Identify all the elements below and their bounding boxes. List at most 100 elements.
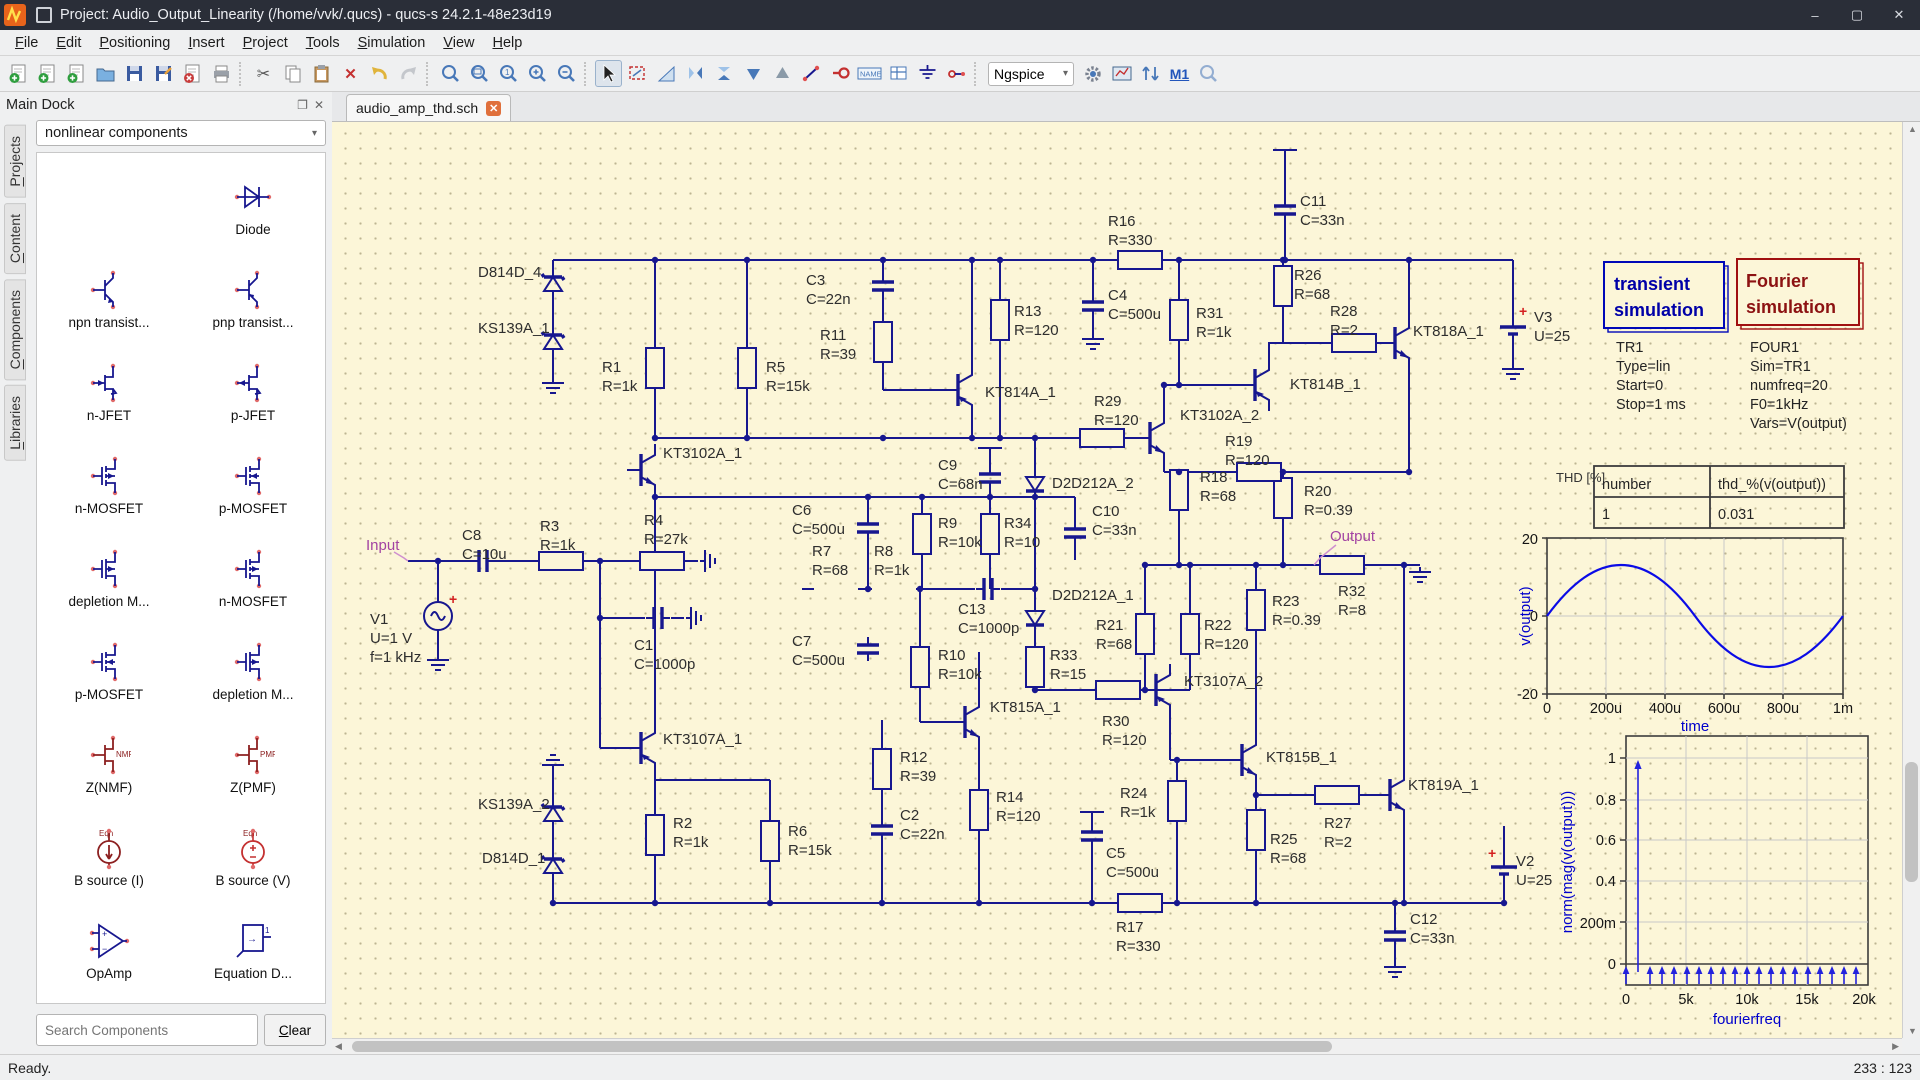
new-schematic-button[interactable] [5, 60, 32, 87]
zoom-selection-button[interactable] [1195, 60, 1222, 87]
vertical-scrollbar[interactable]: ▲▼ [1902, 122, 1920, 1038]
simulator-select[interactable]: Ngspice▾ [988, 62, 1074, 86]
tab-components[interactable]: Components [4, 279, 26, 380]
time-plot[interactable]: 20 0 -20 0 200u 400u 600u 800u 1m time v… [1517, 532, 1853, 735]
component-item-equation[interactable]: Equation D... [181, 903, 325, 996]
component-item-zpmf[interactable]: Z(PMF) [181, 717, 325, 810]
cut-button[interactable]: ✂ [250, 60, 277, 87]
menu-project[interactable]: Project [234, 32, 297, 54]
close-button[interactable]: ✕ [1878, 0, 1920, 30]
mirror-y-button[interactable] [711, 60, 738, 87]
vertical-scrollbar-thumb[interactable] [1905, 762, 1918, 882]
tab-schematic[interactable]: audio_amp_thd.sch ✕ [346, 94, 511, 121]
mirror-x-button[interactable] [682, 60, 709, 87]
component-item-nmosfet-2[interactable]: n-MOSFET [181, 531, 325, 624]
component-item-depletion-mosfet[interactable]: depletion M... [37, 531, 181, 624]
component-category-select[interactable]: nonlinear components▾ [36, 120, 326, 146]
zoom-out-button[interactable] [553, 60, 580, 87]
menu-view[interactable]: View [434, 32, 483, 54]
search-input[interactable] [36, 1014, 258, 1046]
insert-table-button[interactable] [885, 60, 912, 87]
set-marker-button[interactable]: M1 [1166, 60, 1193, 87]
zoom-fit-button[interactable] [437, 60, 464, 87]
component-item-nmosfet[interactable]: n-MOSFET [37, 438, 181, 531]
save-as-button[interactable] [150, 60, 177, 87]
fourier-simulation-block[interactable]: Fourier simulation FOUR1 Sim=TR1 numfreq… [1737, 259, 1863, 432]
delete-button[interactable]: ✕ [337, 60, 364, 87]
new-project-button[interactable] [63, 60, 90, 87]
component-item-bsource-v[interactable]: B source (V) [181, 810, 325, 903]
align-button[interactable] [653, 60, 680, 87]
open-file-button[interactable] [92, 60, 119, 87]
menu-file[interactable]: File [6, 32, 47, 54]
svg-text:C=1000p: C=1000p [634, 656, 695, 673]
tab-content[interactable]: Content [4, 203, 26, 274]
calculate-dc-bias-button[interactable] [1137, 60, 1164, 87]
menu-tools[interactable]: Tools [297, 32, 349, 54]
close-file-button[interactable] [179, 60, 206, 87]
select-markers-button[interactable] [624, 60, 651, 87]
svg-text:C=10u: C=10u [462, 546, 507, 563]
zoom-normal-button[interactable]: 1 [495, 60, 522, 87]
clear-button[interactable]: Clear [264, 1014, 326, 1046]
maximize-button[interactable]: ▢ [1836, 0, 1878, 30]
horizontal-scrollbar[interactable]: ◀▶ [332, 1038, 1902, 1054]
redo-button[interactable] [395, 60, 422, 87]
save-button[interactable] [121, 60, 148, 87]
minimize-button[interactable]: – [1794, 0, 1836, 30]
insert-name-button[interactable]: NAME [856, 60, 883, 87]
copy-button[interactable] [279, 60, 306, 87]
zoom-in-button[interactable] [524, 60, 551, 87]
component-item-diode[interactable]: Diode [181, 159, 325, 252]
svg-text:KS139A_1: KS139A_1 [478, 320, 550, 337]
zoom-area-button[interactable] [466, 60, 493, 87]
simulate-button[interactable] [1079, 60, 1106, 87]
menu-edit[interactable]: Edit [47, 32, 90, 54]
dock-close-button[interactable]: ✕ [314, 98, 324, 112]
undo-button[interactable] [366, 60, 393, 87]
move-down-button[interactable] [740, 60, 767, 87]
component-item-pmosfet-2[interactable]: p-MOSFET [37, 624, 181, 717]
component-item-pmosfet[interactable]: p-MOSFET [181, 438, 325, 531]
paste-button[interactable] [308, 60, 335, 87]
svg-text:R=1k: R=1k [874, 562, 910, 579]
horizontal-scrollbar-thumb[interactable] [352, 1041, 1332, 1052]
insert-ground-button[interactable] [914, 60, 941, 87]
tab-libraries[interactable]: Libraries [4, 385, 26, 461]
insert-label-button[interactable] [827, 60, 854, 87]
menu-positioning[interactable]: Positioning [90, 32, 179, 54]
print-button[interactable] [208, 60, 235, 87]
tab-close-icon[interactable]: ✕ [486, 101, 501, 116]
component-item-pnp[interactable]: pnp transist... [181, 252, 325, 345]
svg-text:C=33n: C=33n [1300, 212, 1345, 229]
svg-text:simulation: simulation [1746, 297, 1836, 317]
component-item-bsource-i[interactable]: B source (I) [37, 810, 181, 903]
schematic-canvas[interactable]: D814D_4 KS139A_1 R1R=1k R5R=15k C3C=22n … [332, 122, 1902, 1038]
component-item-opamp[interactable]: OpAmp [37, 903, 181, 996]
insert-port-button[interactable] [943, 60, 970, 87]
transient-simulation-block[interactable]: transient simulation TR1 Type=lin Start=… [1604, 262, 1728, 413]
menu-help[interactable]: Help [483, 32, 531, 54]
dock-float-button[interactable]: ❐ [297, 98, 308, 112]
svg-text:R4: R4 [644, 512, 663, 529]
svg-text:0: 0 [1622, 992, 1630, 1008]
new-text-document-button[interactable] [34, 60, 61, 87]
move-up-button[interactable] [769, 60, 796, 87]
component-item-pjfet[interactable]: p-JFET [181, 345, 325, 438]
svg-text:R=2: R=2 [1330, 322, 1358, 339]
menu-insert[interactable]: Insert [179, 32, 233, 54]
view-data-display-button[interactable] [1108, 60, 1135, 87]
svg-text:C=500u: C=500u [792, 521, 845, 538]
component-item-depletion-mosfet-2[interactable]: depletion M... [181, 624, 325, 717]
svg-text:1: 1 [1602, 507, 1610, 523]
thd-table[interactable]: THD [%] number thd_%(v(output)) 1 0.031 [1556, 466, 1844, 528]
select-button[interactable] [595, 60, 622, 87]
component-item-znmf[interactable]: Z(NMF) [37, 717, 181, 810]
fourier-plot[interactable]: 1 0.8 0.6 0.4 200m 0 0 5k 10k 15k 20k fo… [1559, 736, 1876, 1028]
tab-projects[interactable]: Projects [4, 125, 26, 198]
insert-wire-button[interactable] [798, 60, 825, 87]
svg-text:R29: R29 [1094, 393, 1122, 410]
component-item-njfet[interactable]: n-JFET [37, 345, 181, 438]
menu-simulation[interactable]: Simulation [349, 32, 435, 54]
component-item-npn[interactable]: npn transist... [37, 252, 181, 345]
